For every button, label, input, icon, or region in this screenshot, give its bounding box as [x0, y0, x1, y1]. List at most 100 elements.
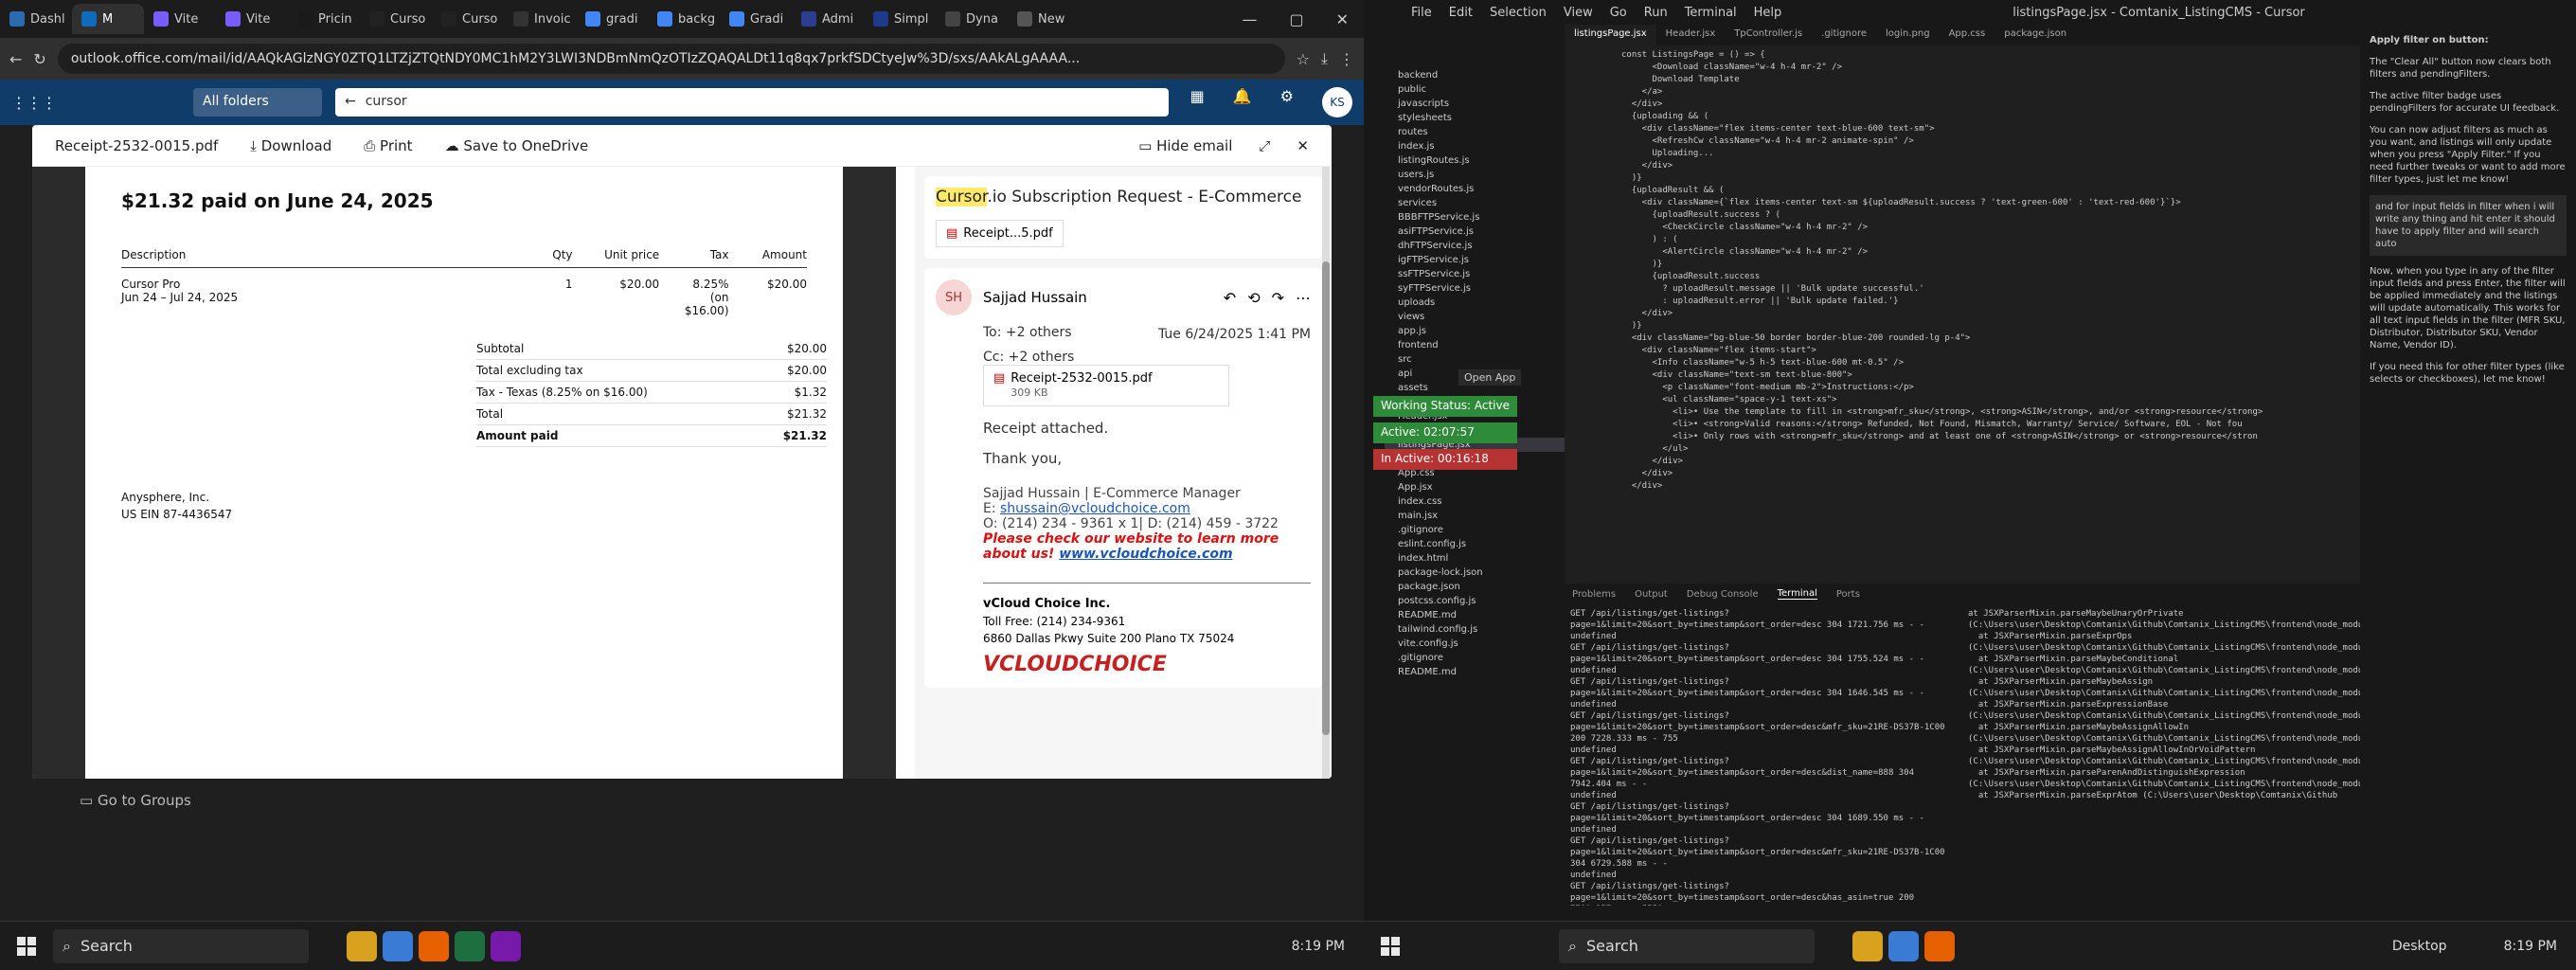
hide-email-button[interactable]: ▭ Hide email [1138, 137, 1232, 154]
taskbar-app-explorer-right[interactable] [1852, 930, 1883, 961]
explorer-item[interactable]: vite.config.js [1385, 637, 1565, 651]
editor-tab[interactable]: package.json [1995, 25, 2076, 45]
browser-tab[interactable]: New [1008, 4, 1080, 34]
onedrive-button[interactable]: ☁ Save to OneDrive [445, 137, 589, 154]
explorer-item[interactable]: .gitignore [1385, 523, 1565, 537]
explorer-item[interactable]: syFTPService.js [1385, 281, 1565, 296]
print-button[interactable]: ⎙ Print [364, 137, 412, 154]
start-button[interactable] [0, 922, 53, 970]
explorer-item[interactable]: App.jsx [1385, 480, 1565, 494]
editor-tab[interactable]: listingsPage.jsx [1565, 25, 1656, 45]
taskbar-app-onenote[interactable] [491, 930, 521, 961]
browser-tab[interactable]: Admi [792, 4, 864, 34]
menu-item[interactable]: Run [1644, 6, 1668, 20]
taskbar-search-right[interactable]: ⌕ Search [1559, 928, 1815, 963]
app-launcher-icon[interactable]: ⋮⋮⋮ [11, 94, 57, 112]
terminal-left[interactable]: GET /api/listings/get-listings?page=1&li… [1565, 604, 1962, 906]
taskbar-app-firefox-right[interactable] [1924, 930, 1955, 961]
explorer-item[interactable]: javascripts [1385, 97, 1565, 111]
promo-link[interactable]: www.vcloudchoice.com [1059, 547, 1232, 562]
code-content[interactable]: const ListingsPage = () => { <Download c… [1565, 45, 2360, 493]
go-to-groups-link[interactable]: ▭ Go to Groups [80, 792, 191, 809]
folder-select[interactable]: All folders [193, 88, 322, 117]
menu-item[interactable]: Edit [1449, 6, 1473, 20]
explorer-item[interactable]: README.md [1385, 608, 1565, 622]
attachment-chip-small[interactable]: ▤ Receipt...5.pdf [936, 220, 1064, 247]
explorer-item[interactable]: dhFTPService.js [1385, 239, 1565, 253]
star-icon[interactable]: ☆ [1297, 50, 1310, 68]
more-icon[interactable]: ⋯ [1296, 289, 1311, 307]
explorer-item[interactable]: frontend [1385, 338, 1565, 352]
back-icon[interactable]: ← [9, 50, 22, 68]
signature-email-link[interactable]: shussain@vcloudchoice.com [1000, 501, 1190, 516]
explorer-item[interactable]: src [1385, 352, 1565, 367]
url-field[interactable]: outlook.office.com/mail/id/AAQkAGlzNGY0Z… [57, 44, 1285, 74]
explorer-item[interactable]: index.html [1385, 551, 1565, 566]
explorer-item[interactable]: index.css [1385, 494, 1565, 509]
explorer-item[interactable]: index.js [1385, 139, 1565, 153]
panel-tab[interactable]: Terminal [1777, 588, 1817, 600]
taskbar-app-excel[interactable] [455, 930, 485, 961]
attachment-chip[interactable]: ▤ Receipt-2532-0015.pdf 309 KB [983, 365, 1229, 406]
editor-tab[interactable]: TpController.js [1725, 25, 1812, 45]
browser-tab[interactable]: backg [648, 4, 720, 34]
explorer-item[interactable]: vendorRoutes.js [1385, 182, 1565, 196]
close-icon[interactable]: ✕ [1297, 137, 1309, 154]
browser-tab[interactable]: Simpl [864, 4, 936, 34]
gear-icon[interactable]: ⚙ [1280, 87, 1294, 117]
browser-tab[interactable]: Vite [144, 4, 216, 34]
editor-tab[interactable]: .gitignore [1812, 25, 1876, 45]
code-editor[interactable]: listingsPage.jsx Header.jsx TpController.j… [1565, 25, 2360, 584]
explorer-item[interactable]: .gitignore [1385, 651, 1565, 665]
start-button-right[interactable] [1364, 922, 1417, 970]
reload-icon[interactable]: ↻ [33, 50, 45, 68]
explorer-item[interactable]: package-lock.json [1385, 566, 1565, 580]
explorer-item[interactable]: public [1385, 82, 1565, 97]
explorer-item[interactable]: eslint.config.js [1385, 537, 1565, 551]
email-scrollbar[interactable] [1322, 167, 1330, 779]
open-app-button[interactable]: Open App [1458, 369, 1522, 386]
explorer-item[interactable]: ssFTPService.js [1385, 267, 1565, 281]
cc-line[interactable]: Cc: +2 others [936, 350, 1311, 365]
menu-item[interactable]: Go [1610, 6, 1627, 20]
explorer-item[interactable]: backend [1385, 68, 1565, 82]
panel-tab[interactable]: Problems [1572, 589, 1616, 600]
search-input[interactable]: ← cursor [335, 88, 1169, 117]
minimize-icon[interactable]: — [1242, 10, 1257, 28]
download-button[interactable]: ⤓ Download [250, 137, 331, 154]
browser-tab[interactable]: Gradi [720, 4, 792, 34]
browser-tab[interactable]: gradi [576, 4, 648, 34]
bell-icon[interactable]: 🔔 [1233, 87, 1252, 117]
explorer-item[interactable]: users.js [1385, 168, 1565, 182]
explorer-item[interactable]: igFTPService.js [1385, 253, 1565, 267]
taskbar-app-firefox[interactable] [419, 930, 449, 961]
reply-icon[interactable]: ↶ [1224, 289, 1236, 307]
browser-tab[interactable]: Dyna [936, 4, 1008, 34]
taskbar-app-explorer[interactable] [347, 930, 377, 961]
avatar[interactable]: KS [1322, 87, 1352, 117]
terminal-panel[interactable]: Problems Output Debug Console Terminal Ports… [1565, 584, 2360, 906]
explorer-item[interactable]: asiFTPService.js [1385, 225, 1565, 239]
browser-tab[interactable]: Vite [216, 4, 288, 34]
explorer-item[interactable]: routes [1385, 125, 1565, 139]
menu-item[interactable]: Selection [1490, 6, 1547, 20]
explorer-item[interactable]: postcss.config.js [1385, 594, 1565, 608]
menu-item[interactable]: File [1411, 6, 1432, 20]
editor-tab[interactable]: App.css [1940, 25, 1995, 45]
explorer-item[interactable]: stylesheets [1385, 111, 1565, 125]
editor-tab[interactable]: login.png [1876, 25, 1940, 45]
explorer-item[interactable]: README.md [1385, 665, 1565, 679]
popout-icon[interactable]: ⤢ [1259, 137, 1270, 154]
menu-item[interactable]: Terminal [1685, 6, 1737, 20]
calendar-icon[interactable]: ▦ [1190, 87, 1205, 117]
browser-tab[interactable]: Dashl [0, 4, 72, 34]
panel-tab[interactable]: Output [1635, 589, 1668, 600]
explorer-item[interactable]: package.json [1385, 580, 1565, 594]
browser-tab[interactable]: Curso [432, 4, 504, 34]
panel-tab[interactable]: Debug Console [1687, 589, 1759, 600]
taskbar-app-chrome-right[interactable] [1888, 930, 1919, 961]
reply-all-icon[interactable]: ⟲ [1247, 289, 1260, 307]
explorer-item[interactable]: main.jsx [1385, 509, 1565, 523]
explorer-item[interactable]: views [1385, 310, 1565, 324]
menu-icon[interactable]: ⋮ [1339, 50, 1354, 68]
